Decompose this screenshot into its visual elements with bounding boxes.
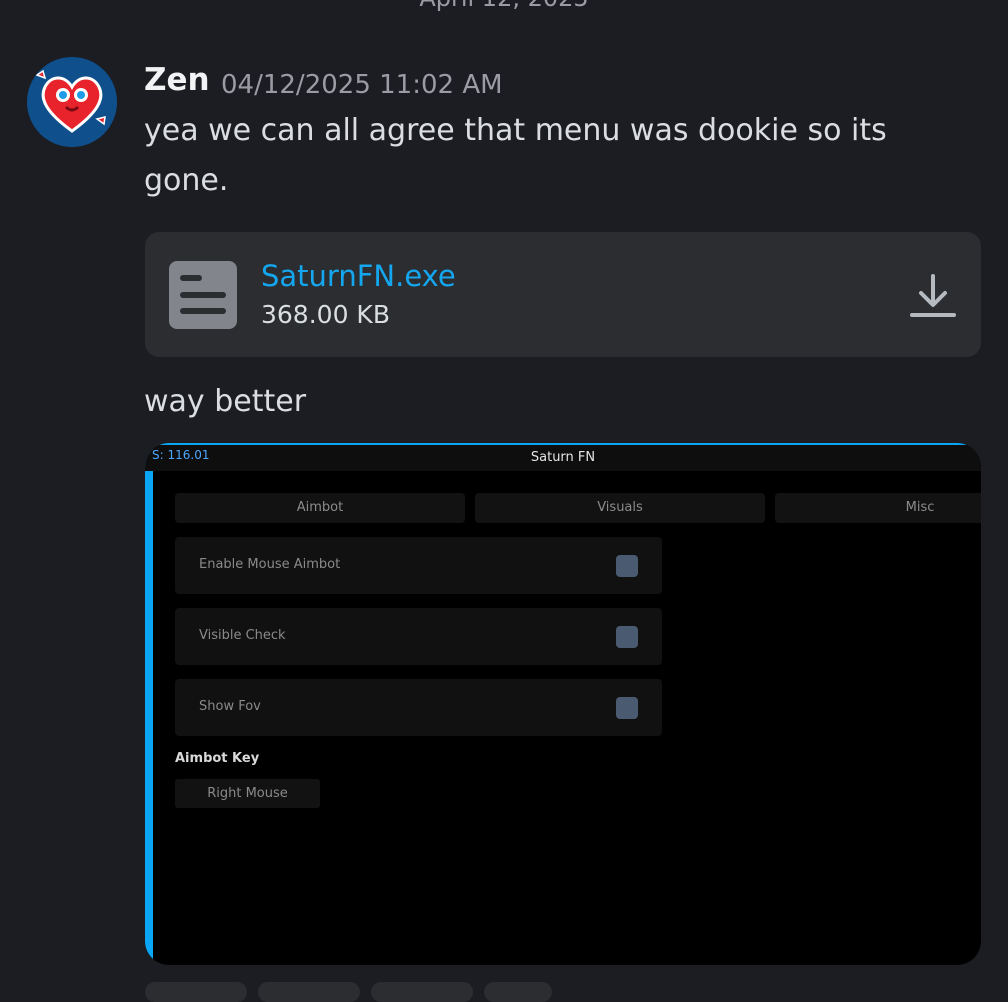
message-text-followup: way better	[144, 384, 307, 419]
reaction-chip[interactable]	[145, 982, 247, 1002]
screenshot-embed[interactable]: S: 116.01 Saturn FN Aimbot Visuals Misc …	[145, 443, 981, 965]
heart-avatar-icon	[27, 57, 117, 147]
option-checkbox	[616, 555, 638, 577]
option-enable-mouse-aimbot: Enable Mouse Aimbot	[175, 537, 662, 594]
reaction-chip[interactable]	[258, 982, 360, 1002]
file-icon	[169, 261, 237, 329]
left-edge-strip	[145, 443, 153, 965]
reaction-chip[interactable]	[371, 982, 473, 1002]
tab-misc: Misc	[775, 493, 981, 523]
option-label: Show Fov	[199, 699, 261, 714]
aimbot-key-button: Right Mouse	[175, 779, 320, 808]
option-label: Visible Check	[199, 628, 286, 643]
file-attachment[interactable]: SaturnFN.exe 368.00 KB	[145, 232, 981, 357]
option-show-fov: Show Fov	[175, 679, 662, 736]
option-visible-check: Visible Check	[175, 608, 662, 665]
file-name-link[interactable]: SaturnFN.exe	[261, 259, 456, 293]
timestamp: 04/12/2025 11:02 AM	[221, 70, 503, 100]
avatar[interactable]	[27, 57, 117, 147]
cheat-window-titlebar: S: 116.01 Saturn FN	[145, 443, 981, 471]
option-checkbox	[616, 697, 638, 719]
option-checkbox	[616, 626, 638, 648]
message-text-line2: gone.	[144, 163, 229, 198]
date-divider: April 12, 2025	[0, 0, 1008, 12]
tab-aimbot: Aimbot	[175, 493, 465, 523]
file-size: 368.00 KB	[261, 300, 390, 329]
message-text-line1: yea we can all agree that menu was dooki…	[144, 113, 887, 148]
tab-visuals: Visuals	[475, 493, 765, 523]
cheat-window-title: Saturn FN	[530, 450, 596, 465]
username[interactable]: Zen	[144, 62, 210, 98]
reaction-chip[interactable]	[484, 982, 552, 1002]
option-label: Enable Mouse Aimbot	[199, 557, 341, 572]
download-icon[interactable]	[909, 272, 957, 320]
aimbot-key-label: Aimbot Key	[175, 751, 260, 766]
